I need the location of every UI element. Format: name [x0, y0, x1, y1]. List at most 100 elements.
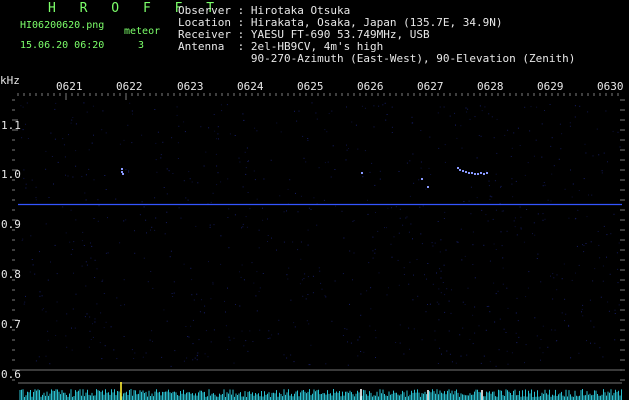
noise-dot — [369, 171, 371, 173]
noise-dot — [502, 210, 504, 212]
noise-dot — [379, 170, 381, 172]
noise-dot — [420, 167, 422, 169]
noise-dot — [472, 244, 474, 246]
noise-dot — [319, 270, 321, 272]
noise-dot — [421, 339, 423, 341]
noise-dot — [242, 223, 244, 225]
noise-dot — [544, 110, 545, 111]
noise-dot — [551, 329, 553, 331]
noise-dot — [327, 161, 329, 163]
noise-dot — [495, 293, 497, 295]
noise-dot — [427, 263, 429, 264]
noise-dot — [507, 363, 509, 365]
noise-dot — [47, 339, 49, 341]
noise-dot — [440, 270, 442, 272]
noise-dot — [89, 316, 91, 318]
noise-dot — [48, 197, 50, 198]
noise-dot — [75, 150, 77, 152]
noise-dot — [483, 244, 485, 246]
noise-dot — [460, 125, 462, 127]
noise-dot — [330, 176, 332, 178]
noise-dot — [544, 184, 546, 186]
noise-dot — [349, 250, 351, 252]
noise-dot — [552, 298, 554, 300]
noise-dot — [510, 156, 512, 157]
noise-dot — [439, 106, 441, 108]
noise-dot — [386, 294, 388, 296]
noise-dot — [496, 118, 498, 120]
noise-dot — [472, 231, 474, 233]
noise-dot — [590, 320, 592, 322]
noise-dot — [515, 332, 517, 334]
noise-dot — [187, 199, 189, 201]
noise-dot — [307, 138, 309, 139]
noise-dot — [440, 277, 442, 279]
noise-dot — [73, 272, 74, 274]
noise-dot — [418, 179, 420, 181]
noise-dot — [62, 206, 64, 208]
noise-dot — [437, 112, 439, 114]
noise-dot — [488, 185, 490, 187]
noise-dot — [390, 243, 392, 245]
noise-dot — [385, 119, 387, 121]
noise-dot — [440, 239, 442, 241]
noise-dot — [518, 336, 520, 338]
noise-dot — [183, 121, 185, 123]
noise-dot — [606, 234, 608, 236]
noise-dot — [581, 308, 583, 310]
noise-dot — [524, 174, 526, 176]
noise-dot — [399, 324, 401, 326]
noise-dot — [228, 336, 230, 338]
noise-dot — [215, 153, 217, 155]
noise-dot — [47, 330, 49, 332]
noise-dot — [346, 149, 348, 151]
echo-point — [427, 186, 429, 188]
noise-dot — [312, 292, 314, 294]
noise-dot — [582, 304, 584, 306]
noise-dot — [207, 356, 209, 358]
noise-dot — [307, 139, 309, 141]
noise-dot — [429, 136, 431, 138]
noise-dot — [520, 227, 522, 229]
noise-dot — [387, 207, 389, 209]
noise-dot — [302, 295, 304, 297]
noise-dot — [353, 252, 355, 254]
noise-dot — [384, 227, 385, 229]
noise-dot — [355, 124, 357, 126]
noise-dot — [506, 287, 508, 289]
noise-dot — [280, 131, 282, 133]
noise-dot — [308, 323, 310, 325]
noise-dot — [173, 281, 175, 283]
noise-dot — [279, 195, 281, 197]
noise-dot — [331, 110, 333, 112]
noise-dot — [560, 148, 562, 150]
noise-dot — [602, 356, 604, 358]
noise-dot — [489, 260, 491, 262]
noise-dot — [347, 364, 349, 366]
noise-dot — [65, 335, 67, 337]
noise-dot — [224, 300, 225, 302]
noise-dot — [617, 268, 619, 270]
noise-dot — [142, 356, 144, 358]
noise-dot — [500, 186, 501, 188]
noise-dot — [408, 231, 410, 233]
noise-dot — [454, 112, 455, 114]
noise-dot — [372, 257, 374, 259]
noise-dot — [129, 102, 131, 104]
noise-dot — [487, 220, 489, 222]
noise-dot — [64, 156, 66, 158]
noise-dot — [334, 169, 336, 170]
noise-dot — [443, 264, 445, 266]
noise-dot — [468, 200, 470, 202]
noise-dot — [50, 132, 52, 134]
noise-dot — [72, 176, 74, 178]
noise-dot — [488, 305, 490, 307]
noise-dot — [470, 186, 472, 188]
noise-dot — [66, 313, 68, 315]
noise-dot — [419, 206, 421, 208]
noise-dot — [542, 352, 544, 354]
noise-dot — [444, 294, 446, 296]
noise-dot — [41, 295, 43, 297]
noise-dot — [408, 327, 410, 329]
noise-dot — [493, 243, 495, 245]
